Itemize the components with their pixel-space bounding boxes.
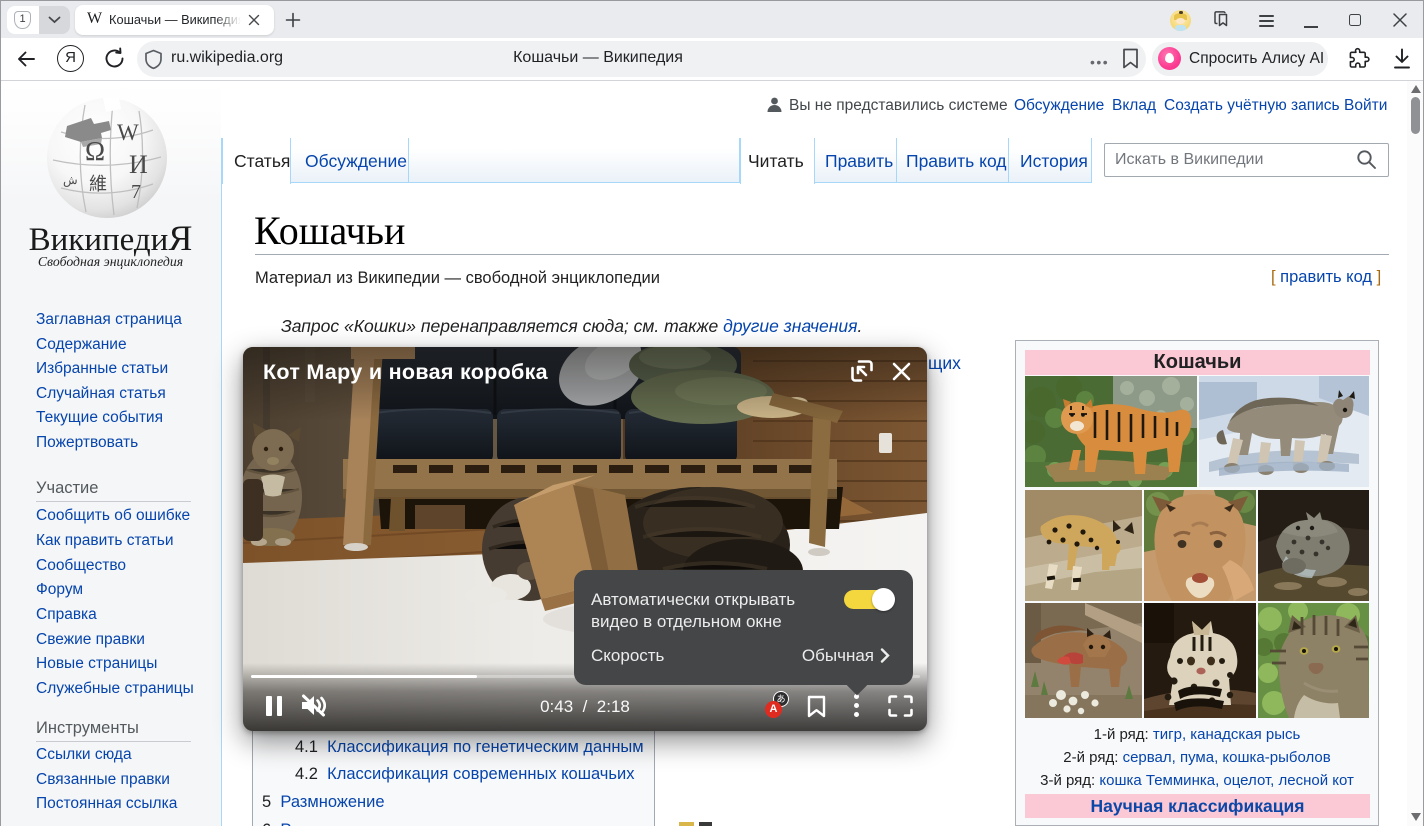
svg-text:7: 7 <box>131 181 141 203</box>
svg-text:ش: ش <box>63 173 78 187</box>
svg-text:И: И <box>129 150 148 179</box>
svg-text:W: W <box>117 120 139 145</box>
svg-text:維: 維 <box>89 174 107 194</box>
svg-text:Ω: Ω <box>85 136 105 166</box>
